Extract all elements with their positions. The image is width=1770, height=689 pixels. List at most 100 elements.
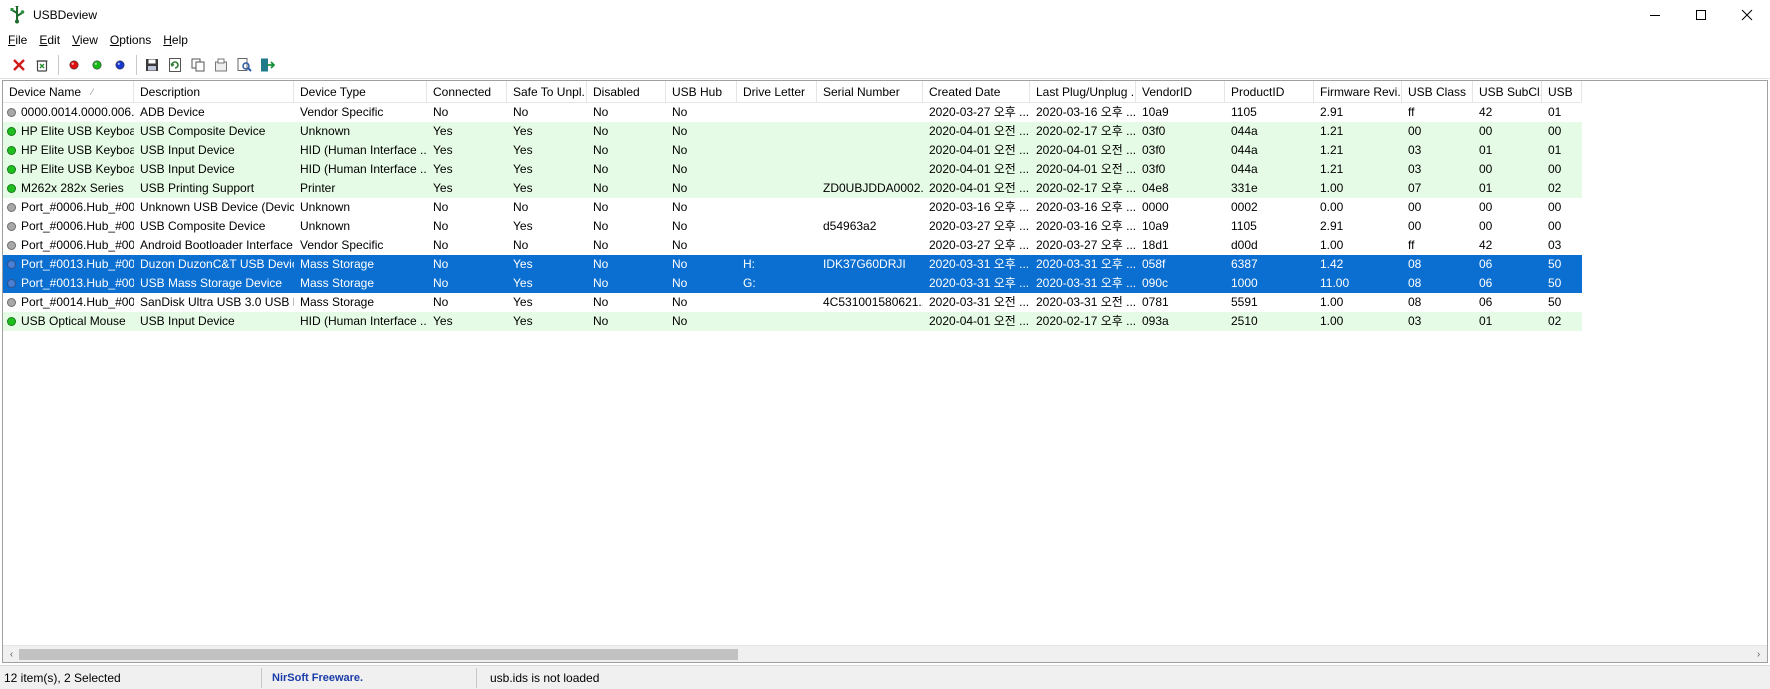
table-cell: Yes [507,217,587,236]
cell-text: 1.42 [1320,257,1344,271]
green-dot-button[interactable] [86,54,108,76]
cell-text: 01 [1548,105,1562,119]
table-row[interactable]: 0000.0014.0000.006.... ADB Device Vendor S… [3,103,1582,122]
scroll-thumb[interactable] [19,649,738,660]
column-header-last-plug-unplug[interactable]: Last Plug/Unplug ... [1030,81,1136,103]
cell-text: 2020-02-17 오후 ... [1036,314,1136,328]
cell-text: 090c [1142,276,1169,290]
table-cell: 2020-03-31 오후 ... [923,255,1030,274]
column-header-firmware-revi[interactable]: Firmware Revi... [1314,81,1402,103]
column-header-productid[interactable]: ProductID [1225,81,1314,103]
table-cell: No [587,103,666,122]
table-cell: 093a [1136,312,1225,331]
horizontal-scrollbar[interactable]: ‹ › [3,645,1767,662]
cell-text: Mass Storage [300,295,375,309]
table-cell: 00 [1473,198,1542,217]
table-cell: Unknown [294,217,427,236]
cell-text: 02 [1548,314,1562,328]
table-cell: No [666,122,737,141]
table-cell: 00 [1542,122,1582,141]
nirsoft-link[interactable]: NirSoft Freeware. http://www.nirsoft.net [262,667,477,688]
cell-text: HP Elite USB Keyboar... [21,162,134,176]
table-cell: Vendor Specific [294,103,427,122]
table-cell: 2020-02-17 오후 ... [1030,179,1136,198]
cell-text: Port_#0006.Hub_#00... [21,238,134,252]
column-header-device-type[interactable]: Device Type [294,81,427,103]
cell-text: 093a [1142,314,1169,328]
table-row[interactable]: Port_#0013.Hub_#00... USB Mass Storage De… [3,274,1582,293]
table-cell: 03f0 [1136,141,1225,160]
cell-text: G: [743,276,756,290]
cell-text: 2020-03-16 오후 ... [1036,219,1136,233]
column-header-usb-class[interactable]: USB Class [1402,81,1473,103]
minimize-button[interactable] [1632,0,1678,30]
column-header-serial-number[interactable]: Serial Number [817,81,923,103]
menu-help[interactable]: Help [157,33,194,47]
column-header-safe-to-unpl[interactable]: Safe To Unpl... [507,81,587,103]
blue-dot-button[interactable] [109,54,131,76]
table-row[interactable]: Port_#0006.Hub_#00... Unknown USB Device … [3,198,1582,217]
table-cell: 2020-04-01 오전 ... [923,122,1030,141]
red-dot-button[interactable] [63,54,85,76]
cell-text: 2020-04-01 오전 ... [1036,162,1136,176]
table-row[interactable]: HP Elite USB Keyboar... USB Input Device H… [3,160,1582,179]
column-header-disabled[interactable]: Disabled [587,81,666,103]
refresh-button[interactable] [164,54,186,76]
menu-options[interactable]: Options [104,33,157,47]
table-row[interactable]: Port_#0013.Hub_#00... Duzon DuzonC&T USB … [3,255,1582,274]
copy-button[interactable] [187,54,209,76]
table-cell: No [666,312,737,331]
recycle-button[interactable] [31,54,53,76]
menu-file[interactable]: File [2,33,33,47]
table-row[interactable]: USB Optical Mouse USB Input Device HID (Hu… [3,312,1582,331]
column-header-usb-subcl[interactable]: USB SubCl... [1473,81,1542,103]
table-row[interactable]: HP Elite USB Keyboar... USB Composite Dev… [3,122,1582,141]
menu-edit[interactable]: Edit [33,33,66,47]
cell-text: 06 [1479,257,1493,271]
table-row[interactable]: Port_#0006.Hub_#00... Android Bootloader … [3,236,1582,255]
cell-text: 4C531001580621... [823,295,923,309]
table-cell: 1.21 [1314,122,1402,141]
menu-view[interactable]: View [66,33,104,47]
cell-text: No [672,314,688,328]
cell-text: No [672,124,688,138]
table-cell [817,236,923,255]
properties-button[interactable] [210,54,232,76]
cell-text: USB Printing Support [140,181,255,195]
column-header-drive-letter[interactable]: Drive Letter [737,81,817,103]
find-button[interactable] [233,54,255,76]
uninstall-button[interactable] [8,54,30,76]
close-button[interactable] [1724,0,1770,30]
column-header-connected[interactable]: Connected [427,81,507,103]
table-cell: 2020-03-27 오후 ... [1030,236,1136,255]
scroll-left-arrow-icon[interactable]: ‹ [3,646,20,662]
cell-text: Duzon DuzonC&T USB Device [140,257,294,271]
table-cell: 2020-04-01 오전 ... [1030,141,1136,160]
table-cell: USB Mass Storage Device [134,274,294,293]
table-cell: 1.00 [1314,312,1402,331]
column-header-device-name[interactable]: Device Name ⁄ [3,81,134,103]
table-row[interactable]: HP Elite USB Keyboar... USB Input Device H… [3,141,1582,160]
table-row[interactable]: Port_#0006.Hub_#00... USB Composite Devic… [3,217,1582,236]
table-cell: 0002 [1225,198,1314,217]
cell-text: Port_#0006.Hub_#00... [21,219,134,233]
find-icon [237,57,252,72]
cell-text: 2020-03-27 오후 ... [929,238,1030,252]
column-header-description[interactable]: Description [134,81,294,103]
scroll-right-arrow-icon[interactable]: › [1750,646,1767,662]
green-status-dot-icon [7,165,16,174]
table-row[interactable]: Port_#0014.Hub_#00... SanDisk Ultra USB 3… [3,293,1582,312]
column-header-usb-hub[interactable]: USB Hub [666,81,737,103]
column-header-created-date[interactable]: Created Date [923,81,1030,103]
column-header-vendorid[interactable]: VendorID [1136,81,1225,103]
cell-text: 2020-02-17 오후 ... [1036,181,1136,195]
table-cell: No [666,274,737,293]
save-button[interactable] [141,54,163,76]
table-cell: No [427,236,507,255]
column-header-label: USB [1548,85,1573,99]
device-list[interactable]: Device Name ⁄ Description Device Type Connec… [2,80,1768,663]
exit-button[interactable] [256,54,278,76]
column-header-usb[interactable]: USB [1542,81,1582,103]
maximize-button[interactable] [1678,0,1724,30]
table-row[interactable]: M262x 282x Series USB Printing Support Pri… [3,179,1582,198]
